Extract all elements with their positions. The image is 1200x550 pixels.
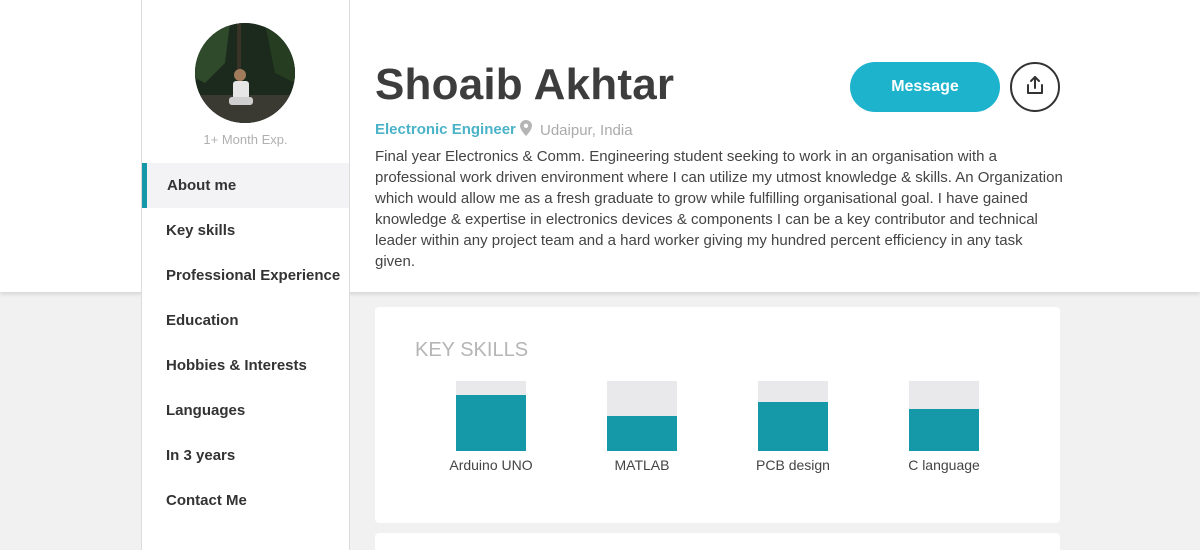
next-section-card — [375, 533, 1060, 550]
skill-label: Arduino UNO — [449, 457, 533, 473]
nav-item-hobbies-interests[interactable]: Hobbies & Interests — [142, 343, 349, 388]
avatar — [195, 23, 295, 123]
skill-bar — [456, 381, 526, 451]
skill-label: PCB design — [756, 457, 830, 473]
skill-bar-fill — [758, 402, 828, 451]
profile-bio: Final year Electronics & Comm. Engineeri… — [375, 148, 1063, 270]
sidebar: 1+ Month Exp. About me Key skills Profes… — [141, 0, 350, 550]
skill-bar-fill — [909, 409, 979, 451]
nav-item-education[interactable]: Education — [142, 298, 349, 343]
profile-role: Electronic Engineer — [375, 121, 516, 138]
skill-label: MATLAB — [614, 457, 670, 473]
key-skills-title: KEY SKILLS — [415, 339, 529, 361]
profile-location: Udaipur, India — [520, 120, 633, 140]
skill-item: C language — [884, 381, 1004, 473]
nav-item-professional-experience[interactable]: Professional Experience — [142, 253, 349, 298]
skill-item: Arduino UNO — [431, 381, 551, 473]
experience-label: 1+ Month Exp. — [203, 132, 288, 147]
skill-item: MATLAB — [582, 381, 702, 473]
nav-item-languages[interactable]: Languages — [142, 388, 349, 433]
skill-bar-fill — [456, 395, 526, 451]
skill-bar — [758, 381, 828, 451]
sidebar-nav: About me Key skills Professional Experie… — [142, 163, 349, 523]
skill-item: PCB design — [733, 381, 853, 473]
share-button[interactable] — [1010, 62, 1060, 112]
skill-bar — [909, 381, 979, 451]
share-icon — [1025, 75, 1045, 100]
skill-bar-fill — [607, 416, 677, 451]
skill-label: C language — [908, 457, 980, 473]
location-pin-icon — [520, 120, 532, 140]
nav-item-key-skills[interactable]: Key skills — [142, 208, 349, 253]
skill-bar — [607, 381, 677, 451]
location-text: Udaipur, India — [540, 121, 633, 139]
message-button[interactable]: Message — [850, 62, 1000, 112]
nav-item-in-3-years[interactable]: In 3 years — [142, 433, 349, 478]
profile-name: Shoaib Akhtar — [375, 60, 675, 109]
nav-item-contact-me[interactable]: Contact Me — [142, 478, 349, 523]
nav-item-about-me[interactable]: About me — [142, 163, 349, 208]
key-skills-card: KEY SKILLS Arduino UNO MATLAB PCB design… — [375, 307, 1060, 523]
